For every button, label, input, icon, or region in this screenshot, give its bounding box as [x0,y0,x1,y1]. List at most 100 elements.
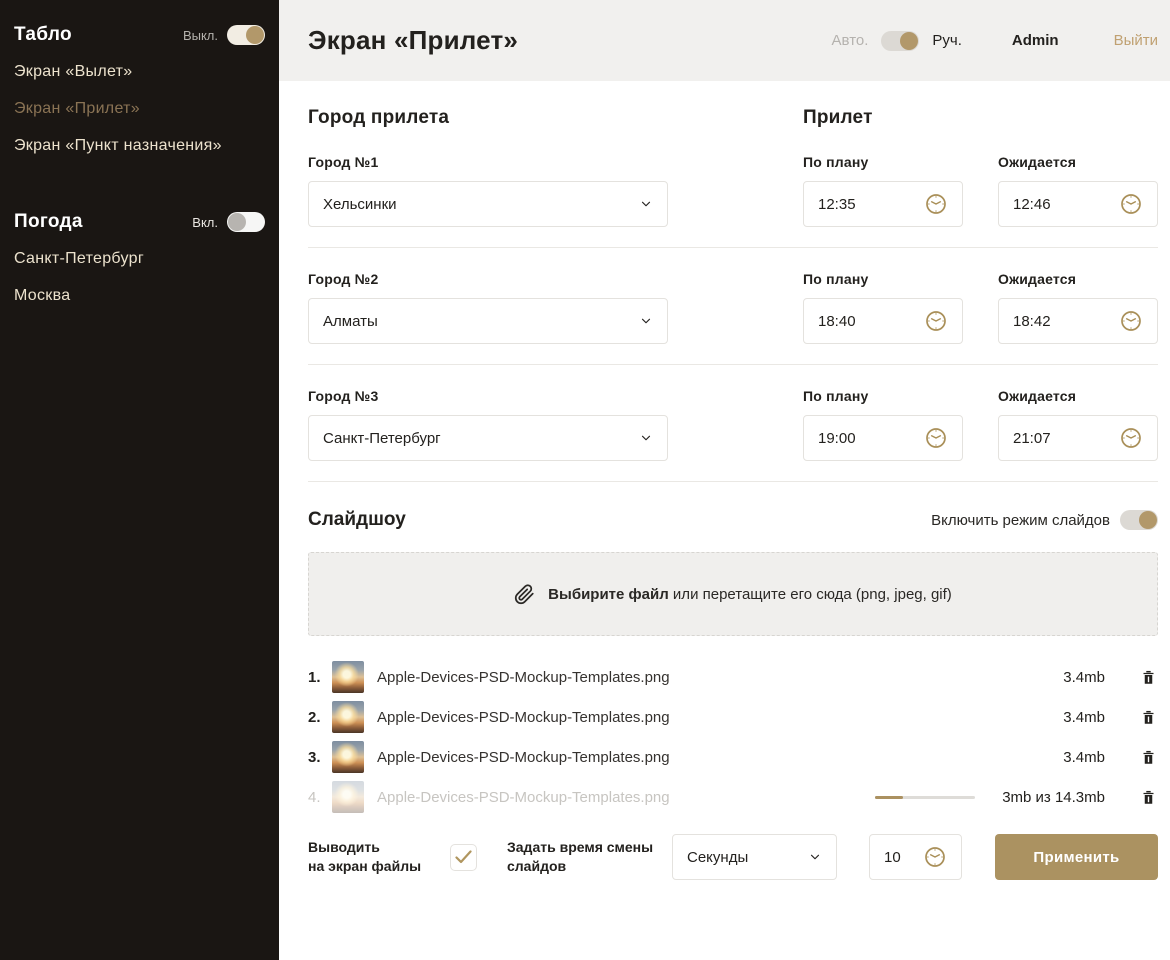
weather-toggle-label: Вкл. [192,215,218,230]
arrival-city-heading: Город прилета [308,107,803,129]
auto-manual-toggle[interactable] [881,31,919,51]
sidebar-section-board: Табло Выкл. Экран «Вылет» Экран «Прилет»… [14,24,265,165]
file-row-2: 2. Apple-Devices-PSD-Mockup-Templates.pn… [308,697,1158,737]
file2-thumbnail [332,701,364,733]
sidebar-item-arrival-screen[interactable]: Экран «Прилет» [14,91,265,128]
file4-upload-status: 3mb из 14.3mb [975,789,1105,806]
display-files-label-line1: Выводить [308,838,428,857]
dropzone-text-rest: или перетащите его сюда (png, jpeg, gif) [669,586,952,603]
sidebar-item-destination-screen[interactable]: Экран «Пункт назначения» [14,128,265,165]
expected1-value: 12:46 [1013,196,1051,213]
delete-file2-button[interactable] [1141,709,1156,726]
plan3-value: 19:00 [818,430,856,447]
paperclip-icon [514,584,535,605]
file1-thumbnail [332,661,364,693]
checkmark-icon [455,850,472,864]
chevron-down-icon [639,431,653,445]
file3-size: 3.4mb [975,749,1105,766]
expected2-input[interactable]: 18:42 [998,298,1158,344]
clock-icon [924,192,948,216]
city3-label: Город №3 [308,388,803,404]
plan1-value: 12:35 [818,196,856,213]
slide-interval-label-line2: слайдов [507,857,655,876]
file1-name: Apple-Devices-PSD-Mockup-Templates.png [377,669,975,686]
weather-toggle[interactable] [227,212,265,232]
slideshow-toggle-knob [1139,511,1157,529]
content: Город прилета Прилет Город №1 Хельсинки … [279,81,1170,880]
mode-manual-label: Руч. [932,32,962,49]
trash-icon [1141,709,1156,726]
sidebar-item-spb-weather[interactable]: Санкт-Петербург [14,241,265,278]
clock-icon [1119,192,1143,216]
plan3-label: По плану [803,388,963,404]
arrival-row-3: Город №3 Санкт-Петербург По плану 19:00 [308,365,1158,482]
delete-file3-button[interactable] [1141,749,1156,766]
plan2-value: 18:40 [818,313,856,330]
apply-button[interactable]: Применить [995,834,1158,880]
trash-icon [1141,789,1156,806]
file3-name: Apple-Devices-PSD-Mockup-Templates.png [377,749,975,766]
sidebar-item-departure-screen[interactable]: Экран «Вылет» [14,54,265,91]
slideshow-toggle-label: Включить режим слайдов [931,512,1110,529]
file3-number: 3. [308,749,332,766]
plan2-input[interactable]: 18:40 [803,298,963,344]
city1-select-value: Хельсинки [323,196,397,213]
file-dropzone[interactable]: Выбирите файл или перетащите его сюда (p… [308,552,1158,636]
arrival-row-1: Город №1 Хельсинки По плану 12:35 [308,131,1158,248]
interval-value: 10 [884,849,901,866]
slide-interval-label-line1: Задать время смены [507,838,655,857]
delete-file4-button[interactable] [1141,789,1156,806]
chevron-down-icon [639,197,653,211]
city2-select[interactable]: Алматы [308,298,668,344]
delete-file1-button[interactable] [1141,669,1156,686]
username: Admin [1012,32,1059,49]
board-toggle-label: Выкл. [183,28,218,43]
file4-name: Apple-Devices-PSD-Mockup-Templates.png [377,789,875,806]
clock-icon [923,845,947,869]
sidebar-item-moscow-weather[interactable]: Москва [14,278,265,315]
file1-size: 3.4mb [975,669,1105,686]
city2-label: Город №2 [308,271,803,287]
interval-value-input[interactable]: 10 [869,834,962,880]
dropzone-text-bold: Выбирите файл [548,586,669,603]
plan1-input[interactable]: 12:35 [803,181,963,227]
auto-manual-toggle-knob [900,32,918,50]
file1-number: 1. [308,669,332,686]
sidebar-section-weather: Погода Вкл. Санкт-Петербург Москва [14,211,265,315]
expected1-input[interactable]: 12:46 [998,181,1158,227]
file4-thumbnail [332,781,364,813]
slideshow-toggle[interactable] [1120,510,1158,530]
file2-size: 3.4mb [975,709,1105,726]
file2-name: Apple-Devices-PSD-Mockup-Templates.png [377,709,975,726]
logout-link[interactable]: Выйти [1114,32,1158,49]
file-row-4-uploading: 4. Apple-Devices-PSD-Mockup-Templates.pn… [308,777,1158,817]
expected3-input[interactable]: 21:07 [998,415,1158,461]
file4-number: 4. [308,789,332,806]
board-toggle[interactable] [227,25,265,45]
file-row-1: 1. Apple-Devices-PSD-Mockup-Templates.pn… [308,657,1158,697]
file2-number: 2. [308,709,332,726]
display-files-label: Выводить на экран файлы [308,838,428,876]
interval-unit-select[interactable]: Секунды [672,834,837,880]
upload-progress-fill [875,796,903,799]
page-title: Экран «Прилет» [308,25,518,56]
clock-icon [1119,309,1143,333]
clock-icon [924,426,948,450]
interval-unit-value: Секунды [687,849,748,866]
file-row-3: 3. Apple-Devices-PSD-Mockup-Templates.pn… [308,737,1158,777]
city1-select[interactable]: Хельсинки [308,181,668,227]
header: Экран «Прилет» Авто. Руч. Admin Выйти [279,0,1170,81]
chevron-down-icon [808,850,822,864]
expected3-label: Ожидается [998,388,1158,404]
sidebar: Табло Выкл. Экран «Вылет» Экран «Прилет»… [0,0,279,960]
display-files-checkbox[interactable] [450,844,477,871]
expected1-label: Ожидается [998,154,1158,170]
slideshow-heading: Слайдшоу [308,509,406,531]
plan3-input[interactable]: 19:00 [803,415,963,461]
slideshow-footer: Выводить на экран файлы Задать время сме… [308,834,1158,880]
display-files-label-line2: на экран файлы [308,857,428,876]
slide-interval-label: Задать время смены слайдов [507,838,655,876]
city3-select[interactable]: Санкт-Петербург [308,415,668,461]
app-window: Табло Выкл. Экран «Вылет» Экран «Прилет»… [0,0,1170,960]
expected2-label: Ожидается [998,271,1158,287]
